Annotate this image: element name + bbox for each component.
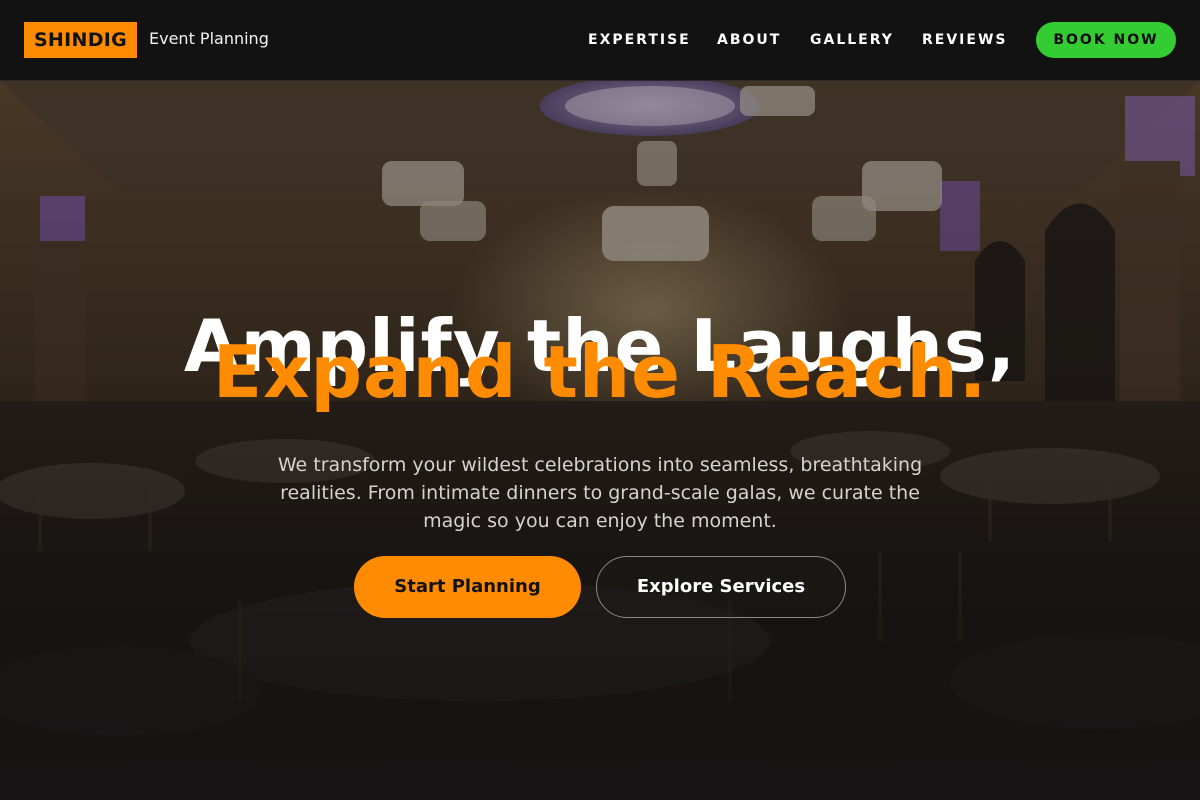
book-now-button[interactable]: BOOK NOW (1036, 22, 1176, 58)
hero-dark-overlay (0, 81, 1200, 800)
start-planning-button[interactable]: Start Planning (354, 556, 581, 618)
logo-subtitle: Event Planning (149, 29, 269, 48)
nav-link-gallery[interactable]: GALLERY (810, 31, 894, 49)
hero-section (0, 81, 1200, 800)
logo[interactable]: SHINDIG (24, 22, 137, 58)
hero-headline-accent: Expand the Reach. (212, 330, 988, 414)
nav-link-about[interactable]: ABOUT (717, 31, 781, 49)
explore-services-button[interactable]: Explore Services (596, 556, 846, 618)
hero-tagline: We transform your wildest celebrations i… (277, 454, 923, 532)
nav-link-reviews[interactable]: REVIEWS (922, 31, 1007, 49)
nav-link-expertise[interactable]: EXPERTISE (588, 31, 691, 49)
site-header: SHINDIG Event Planning EXPERTISE ABOUT G… (0, 0, 1200, 81)
